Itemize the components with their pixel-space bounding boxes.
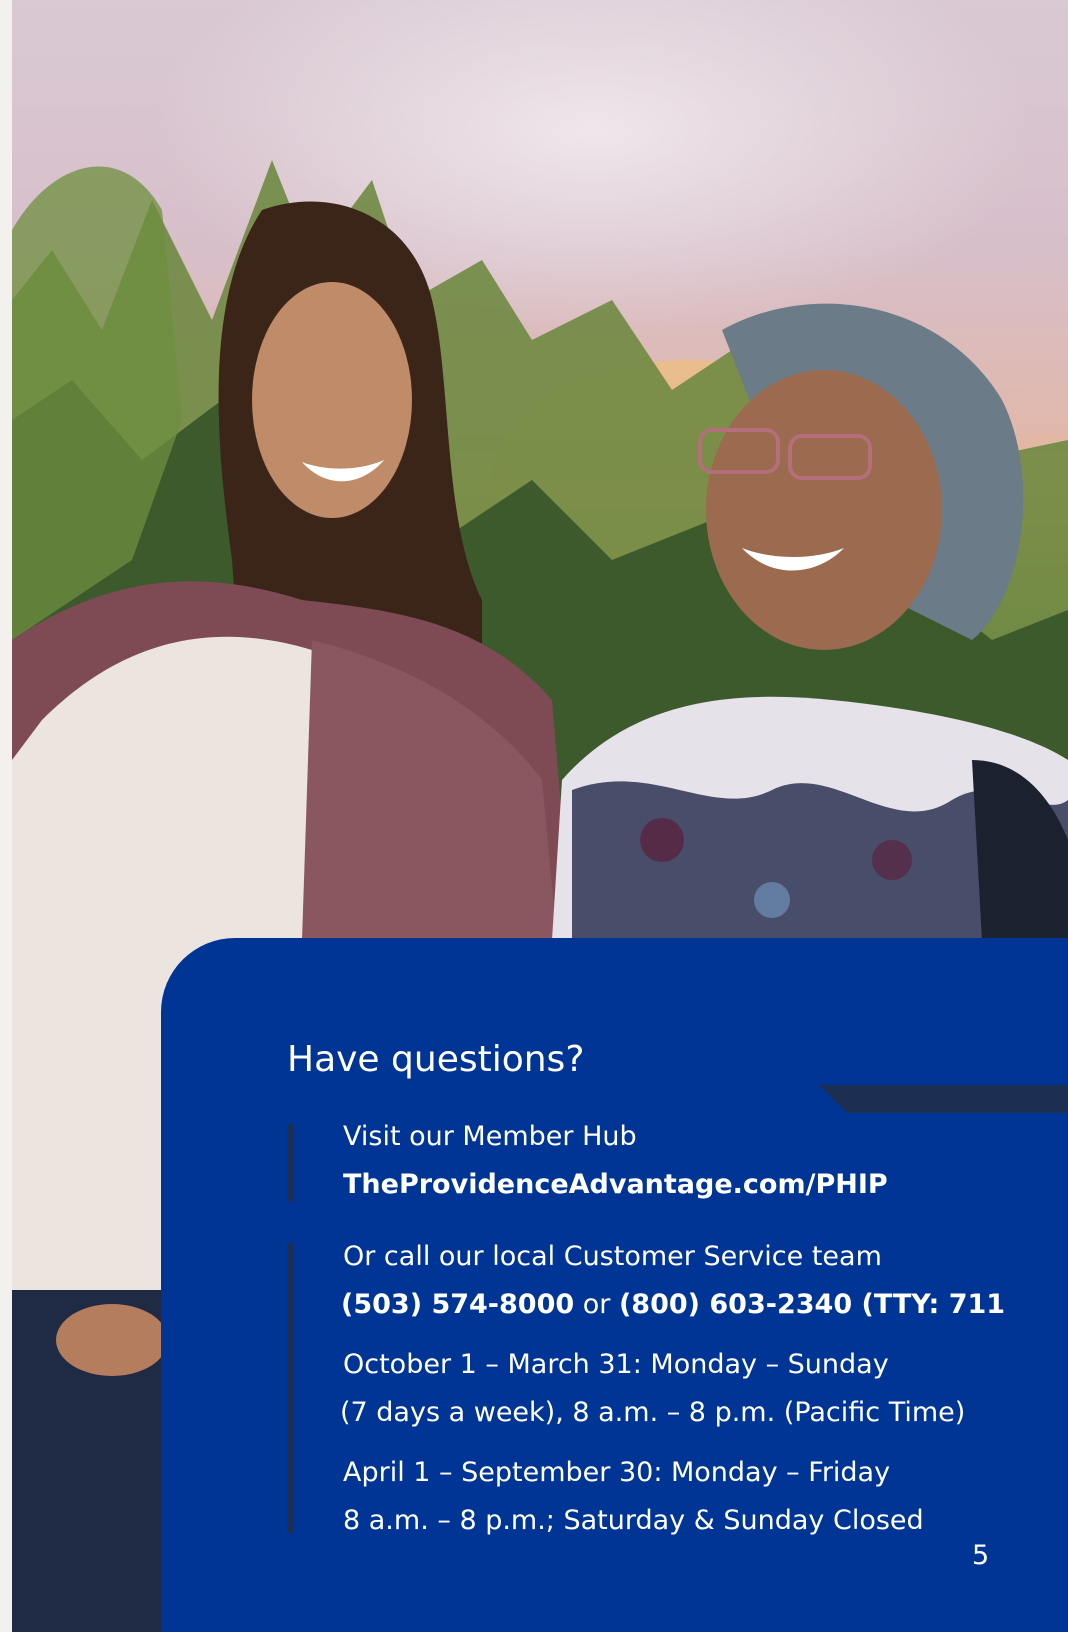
phone-numbers-line: (503) 574-8000 or (800) 603-2340 (TTY: 7… (341, 1287, 1005, 1323)
brochure-page: Have questions? Visit our Member Hub The… (0, 0, 1068, 1632)
customer-service-intro: Or call our local Customer Service team (343, 1241, 882, 1272)
page-number: 5 (972, 1540, 990, 1571)
phone-connector: or (574, 1289, 619, 1320)
page-edge (0, 0, 12, 1632)
hours-season-1-line-2: (7 days a week), 8 a.m. – 8 p.m. (Pacifi… (340, 1397, 966, 1428)
phone-secondary[interactable]: (800) 603-2340 (TTY: 711 (619, 1289, 1005, 1320)
member-hub-intro: Visit our Member Hub (343, 1121, 637, 1152)
member-hub-link[interactable]: TheProvidenceAdvantage.com/PHIP (343, 1167, 888, 1203)
member-hub-accent-bar (287, 1124, 294, 1202)
phone-primary[interactable]: (503) 574-8000 (341, 1289, 574, 1320)
hours-season-1-line-1: October 1 – March 31: Monday – Sunday (343, 1349, 889, 1380)
panel-heading: Have questions? (287, 1039, 585, 1080)
accent-stripe (819, 1085, 1068, 1113)
member-hub-url[interactable]: TheProvidenceAdvantage.com/PHIP (343, 1169, 888, 1200)
hours-season-2-line-2: 8 a.m. – 8 p.m.; Saturday & Sunday Close… (343, 1505, 924, 1536)
hours-season-2-line-1: April 1 – September 30: Monday – Friday (343, 1457, 891, 1488)
customer-service-accent-bar (287, 1243, 294, 1533)
